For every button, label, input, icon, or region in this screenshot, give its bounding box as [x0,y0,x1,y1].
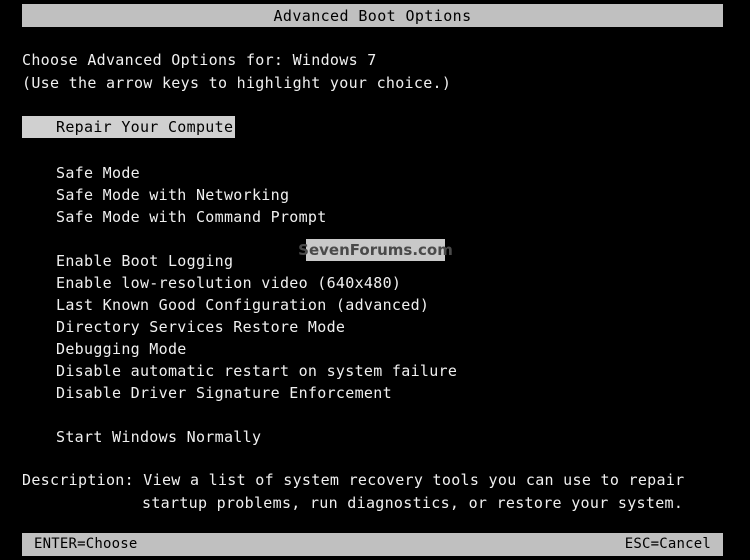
advanced-boot-options-screen: Advanced Boot Options Choose Advanced Op… [0,0,750,560]
menu-item-last-known-good-configuration-advanced[interactable]: Last Known Good Configuration (advanced) [56,296,429,314]
menu-item-label: Repair Your Computer [56,118,243,136]
description-line-2: startup problems, run diagnostics, or re… [142,494,684,512]
description-line-1: Description: View a list of system recov… [22,471,685,489]
title-bar: Advanced Boot Options [22,4,723,27]
menu-item-enable-boot-logging[interactable]: Enable Boot Logging [56,252,233,270]
menu-item-enable-low-resolution-video-640x480[interactable]: Enable low-resolution video (640x480) [56,274,401,292]
menu-item-start-windows-normally[interactable]: Start Windows Normally [56,428,261,446]
menu-item-safe-mode-with-networking[interactable]: Safe Mode with Networking [56,186,289,204]
page-title: Advanced Boot Options [273,6,472,25]
menu-item-disable-driver-signature-enforcement[interactable]: Disable Driver Signature Enforcement [56,384,392,402]
status-enter-choose: ENTER=Choose [34,536,138,552]
menu-item-debugging-mode[interactable]: Debugging Mode [56,340,187,358]
menu-item-directory-services-restore-mode[interactable]: Directory Services Restore Mode [56,318,345,336]
intro-line-1: Choose Advanced Options for: Windows 7 [22,51,377,69]
status-bar: ENTER=Choose ESC=Cancel [22,533,723,556]
menu-item-repair-your-computer[interactable]: Repair Your Computer [22,116,242,138]
intro-line-2: (Use the arrow keys to highlight your ch… [22,74,452,92]
menu-item-disable-automatic-restart-on-system-failure[interactable]: Disable automatic restart on system fail… [56,362,457,380]
status-esc-cancel: ESC=Cancel [624,536,711,552]
menu-item-safe-mode-with-command-prompt[interactable]: Safe Mode with Command Prompt [56,208,327,226]
menu-item-safe-mode[interactable]: Safe Mode [56,164,140,182]
sevenforums-watermark: SevenForums.com [298,239,453,261]
